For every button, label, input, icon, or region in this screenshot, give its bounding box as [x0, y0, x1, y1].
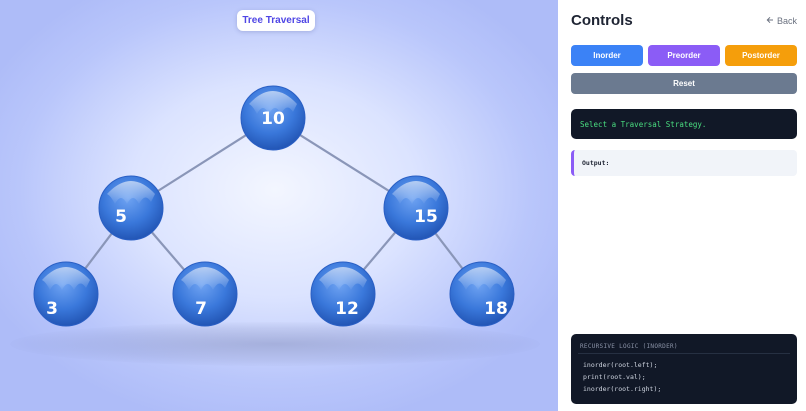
tree-node-12[interactable]: 12: [310, 261, 376, 327]
postorder-button[interactable]: Postorder: [725, 45, 797, 66]
tree-diagram: 10 5 15 3 7 12 18: [33, 85, 515, 327]
status-text: Select a Traversal Strategy.: [580, 119, 707, 129]
tree-canvas: 10 5 15 3 7 12 18 Tree Traversal: [0, 0, 558, 411]
tree-node-5[interactable]: 5: [98, 175, 164, 241]
back-link[interactable]: Back: [766, 16, 797, 26]
code-snippet: RECURSIVE LOGIC (INORDER) inorder(root.l…: [571, 334, 797, 404]
reset-button[interactable]: Reset: [571, 73, 797, 94]
node-value: 15: [414, 207, 438, 227]
tree-node-7[interactable]: 7: [172, 261, 238, 327]
node-value: 10: [261, 109, 285, 129]
node-value: 3: [46, 299, 58, 319]
arrow-left-icon: [766, 16, 774, 26]
output-label: Output:: [582, 159, 610, 167]
controls-panel: Controls Back Inorder Preorder Postorder…: [558, 0, 806, 411]
tree-node-10[interactable]: 10: [240, 85, 306, 151]
tree-node-18[interactable]: 18: [449, 261, 515, 327]
code-divider: [578, 353, 790, 354]
code-line: print(root.val);: [583, 373, 646, 381]
code-header: RECURSIVE LOGIC (INORDER): [580, 343, 678, 350]
panel-title: Controls: [571, 12, 633, 29]
preorder-button[interactable]: Preorder: [648, 45, 720, 66]
canvas-title: Tree Traversal: [237, 10, 315, 31]
node-value: 18: [484, 299, 508, 319]
output-box: Output:: [571, 150, 797, 176]
inorder-button[interactable]: Inorder: [571, 45, 643, 66]
back-label: Back: [777, 16, 798, 26]
code-line: inorder(root.right);: [583, 385, 662, 393]
node-value: 12: [335, 299, 359, 319]
code-line: inorder(root.left);: [583, 361, 658, 369]
tree-node-3[interactable]: 3: [33, 261, 99, 327]
node-value: 7: [195, 299, 207, 319]
tree-node-15[interactable]: 15: [383, 175, 449, 241]
status-console: Select a Traversal Strategy.: [571, 109, 797, 139]
node-value: 5: [115, 207, 127, 227]
